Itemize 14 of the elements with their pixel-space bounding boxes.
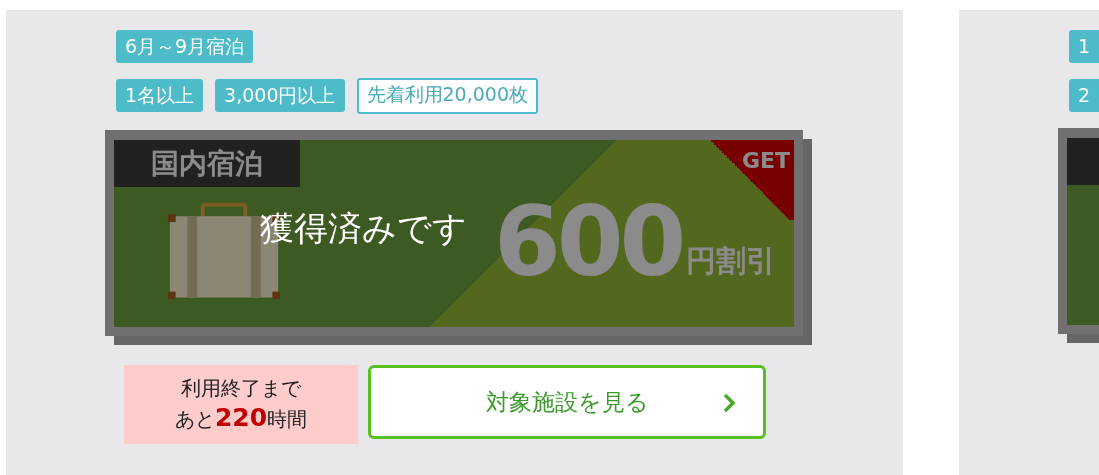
- condition-tag: 3,000円以上: [215, 79, 345, 112]
- chevron-right-icon: [723, 393, 735, 413]
- limit-tag: 先着利用20,000枚: [356, 78, 538, 114]
- category-label: 国内宿泊: [114, 140, 300, 187]
- time-remaining-text: 利用終了まで: [180, 375, 302, 402]
- condition-tag: 1名以上: [116, 79, 204, 112]
- discount-unit: 円割引: [686, 246, 777, 276]
- view-facilities-button[interactable]: 対象施設を見る: [368, 365, 766, 439]
- ribbon-text: GET: [741, 148, 790, 174]
- acquired-text: 獲得済みです: [260, 207, 467, 248]
- condition-tag: 2: [1069, 79, 1099, 112]
- condition-tag: 1: [1069, 30, 1099, 63]
- discount-amount: 600: [494, 192, 683, 292]
- condition-tag: 6月～9月宿泊: [116, 30, 254, 63]
